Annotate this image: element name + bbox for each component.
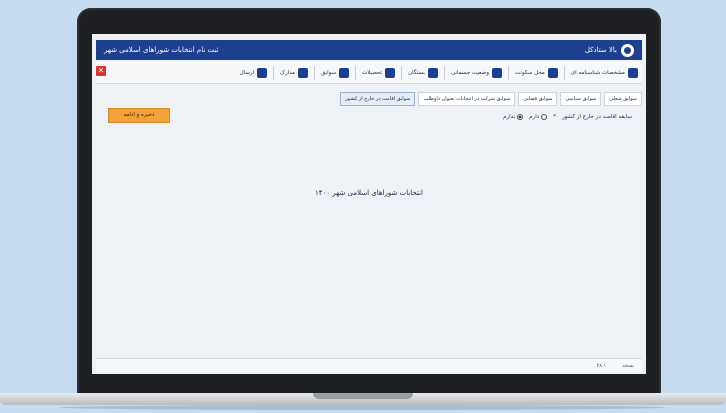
tab-residence-abroad[interactable]: سوابق اقامت در خارج از کشور [340, 92, 416, 106]
toolbar-item-label: مدارک [280, 69, 295, 76]
laptop-shadow [60, 405, 666, 410]
tab-judicial-history[interactable]: سوابق قضایی [518, 92, 558, 106]
close-button[interactable]: ✕ [96, 66, 106, 76]
radio-label: ندارم [503, 114, 516, 120]
status-left: نسخه [622, 362, 634, 369]
radio-label: دارم [529, 114, 540, 120]
tab-political-history[interactable]: سوابق سیاسی [560, 92, 602, 106]
toolbar-separator [443, 65, 445, 80]
title-bar: بالا ستادکل ثبت نام انتخابات شوراهای اسل… [96, 40, 642, 60]
toolbar-separator [401, 65, 403, 80]
tab-candidacy-history[interactable]: سوابق شرکت در انتخابات بعنوان داوطلب [418, 92, 516, 106]
files-icon [297, 67, 308, 78]
laptop-notch [313, 393, 413, 399]
toolbar-separator [313, 65, 315, 80]
send-icon [257, 67, 268, 78]
required-mark: * [553, 114, 556, 120]
tab-job-history[interactable]: سوابق شغلی [604, 92, 642, 106]
toolbar-item-education[interactable]: تحصیلات [355, 65, 396, 80]
emblem-icon [621, 43, 634, 57]
id-card-icon [628, 67, 638, 78]
toolbar-item-label: محل سکونت [515, 69, 545, 76]
toolbar-item-label: وضعیت جسمانی [450, 69, 490, 76]
status-right: ۲۸.۱ [596, 362, 607, 369]
toolbar-item-records[interactable]: سوابق [313, 65, 350, 80]
graduation-cap-icon [385, 67, 396, 78]
toolbar-item-physical-status[interactable]: وضعیت جسمانی [443, 65, 503, 80]
document-icon [339, 67, 350, 78]
status-bar: نسخه ۲۸.۱ [96, 358, 642, 372]
toolbar-separator [563, 65, 565, 80]
tab-bar: سوابق شغلی سوابق سیاسی سوابق قضایی سوابق… [340, 92, 642, 106]
location-pin-icon [547, 67, 558, 78]
radio-option-have-not[interactable]: ندارم [503, 114, 524, 120]
radio-option-have[interactable]: دارم [529, 114, 548, 120]
toolbar-item-label: تحصیلات [362, 69, 383, 76]
toolbar-item-label: مشخصات شناسنامه ای [570, 69, 625, 76]
toolbar-item-relatives[interactable]: بستگان [401, 65, 438, 80]
toolbar-item-residence[interactable]: محل سکونت [508, 65, 558, 80]
window-title: ثبت نام انتخابات شوراهای اسلامی شهر [104, 46, 219, 54]
family-icon [427, 67, 438, 78]
toolbar-item-identity[interactable]: مشخصات شناسنامه ای [563, 65, 638, 80]
toolbar-item-label: ارسال [239, 69, 255, 76]
toolbar-separator [273, 65, 275, 80]
toolbar-item-documents[interactable]: مدارک [273, 65, 308, 80]
radio-checked-icon [517, 114, 524, 120]
residence-abroad-question: سابقه اقامت در خارج از کشور * دارم ندارم [503, 114, 632, 120]
toolbar-item-label: بستگان [408, 69, 425, 76]
save-continue-button[interactable]: ذخیره و ادامه [108, 108, 170, 123]
toolbar: مشخصات شناسنامه ای محل سکونت وضعیت جسمان… [96, 62, 642, 84]
brand: بالا ستادکل [584, 43, 634, 57]
toolbar-item-label: سوابق [320, 69, 337, 76]
app-screen: بالا ستادکل ثبت نام انتخابات شوراهای اسل… [92, 34, 646, 374]
brand-label: بالا ستادکل [584, 46, 617, 54]
watermark-text: انتخابات شوراهای اسلامی شهر ۱۴۰۰ [315, 189, 423, 197]
question-label: سابقه اقامت در خارج از کشور [561, 114, 632, 120]
toolbar-separator [355, 65, 357, 80]
radio-icon [541, 114, 548, 120]
toolbar-item-send[interactable]: ارسال [239, 67, 268, 78]
toolbar-separator [508, 65, 510, 80]
person-icon [492, 67, 503, 78]
